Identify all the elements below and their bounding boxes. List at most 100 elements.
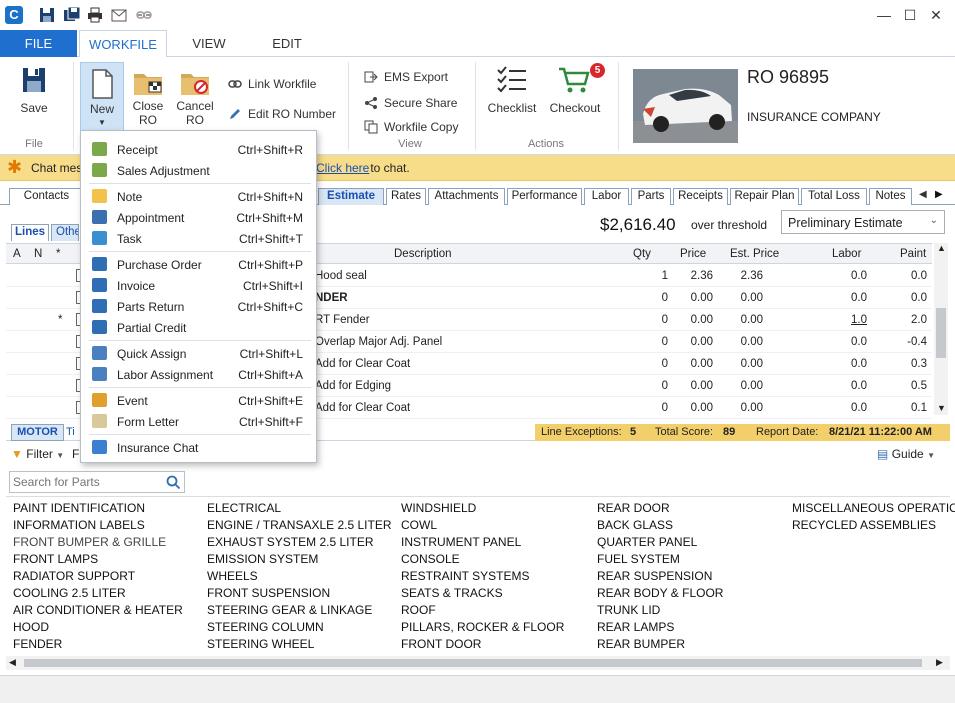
tab-total-loss[interactable]: Total Loss	[801, 188, 867, 205]
parts-category-link[interactable]: ROOF	[401, 603, 436, 617]
subtab-other[interactable]: Othe	[51, 224, 79, 241]
estimate-type-select[interactable]: Preliminary Estimate ⌄	[781, 210, 945, 234]
search-icon[interactable]	[166, 475, 181, 490]
tab-file[interactable]: FILE	[0, 30, 77, 57]
parts-category-link[interactable]: INFORMATION LABELS	[13, 518, 145, 532]
parts-search-input[interactable]	[13, 474, 161, 490]
parts-category-link[interactable]: AIR CONDITIONER & HEATER	[13, 603, 183, 617]
menu-item-task[interactable]: Task Ctrl+Shift+T	[81, 228, 316, 249]
cancel-ro-button[interactable]: Cancel RO	[175, 68, 215, 127]
email-icon[interactable]	[111, 7, 127, 23]
parts-category-link[interactable]: FUEL SYSTEM	[597, 552, 680, 566]
parts-category-link[interactable]: FRONT LAMPS	[13, 552, 98, 566]
tab-receipts[interactable]: Receipts	[673, 188, 728, 205]
parts-category-link[interactable]: HOOD	[13, 620, 49, 634]
tab-ti[interactable]: Ti	[66, 424, 80, 441]
tab-rates[interactable]: Rates	[386, 188, 426, 205]
tab-contacts[interactable]: Contacts	[9, 188, 84, 205]
parts-category-link[interactable]: ENGINE / TRANSAXLE 2.5 LITER	[207, 518, 392, 532]
tab-workfile[interactable]: WORKFILE	[79, 30, 167, 58]
parts-category-link[interactable]: SEATS & TRACKS	[401, 586, 503, 600]
parts-category-link[interactable]: RECYCLED ASSEMBLIES	[792, 518, 936, 532]
link-icon[interactable]	[136, 7, 152, 23]
parts-category-link[interactable]: REAR DOOR	[597, 501, 670, 515]
menu-item-sales-adjustment[interactable]: Sales Adjustment	[81, 160, 316, 181]
scroll-right-icon[interactable]: ▶	[936, 657, 943, 668]
menu-item-form-letter[interactable]: Form Letter Ctrl+Shift+F	[81, 411, 316, 432]
filter-button[interactable]: ▼ Filter ▼	[11, 447, 64, 461]
parts-category-link[interactable]: INSTRUMENT PANEL	[401, 535, 521, 549]
parts-category-link[interactable]: BACK GLASS	[597, 518, 673, 532]
parts-category-link[interactable]: TRUNK LID	[597, 603, 660, 617]
parts-category-link[interactable]: FRONT SUSPENSION	[207, 586, 330, 600]
tab-performance[interactable]: Performance	[507, 188, 582, 205]
parts-category-link[interactable]: COWL	[401, 518, 437, 532]
menu-item-labor-assignment[interactable]: Labor Assignment Ctrl+Shift+A	[81, 364, 316, 385]
parts-category-link[interactable]: FRONT BUMPER & GRILLE	[13, 535, 166, 549]
tab-scroll-right-icon[interactable]: ▶	[935, 189, 943, 200]
menu-item-parts-return[interactable]: Parts Return Ctrl+Shift+C	[81, 296, 316, 317]
parts-category-link[interactable]: REAR SUSPENSION	[597, 569, 712, 583]
parts-category-link[interactable]: REAR LAMPS	[597, 620, 674, 634]
scrollbar-thumb[interactable]	[936, 308, 946, 358]
menu-item-appointment[interactable]: Appointment Ctrl+Shift+M	[81, 207, 316, 228]
guide-button[interactable]: ▤ Guide ▼	[877, 447, 935, 461]
parts-category-link[interactable]: WINDSHIELD	[401, 501, 476, 515]
parts-category-link[interactable]: WHEELS	[207, 569, 258, 583]
tab-scroll-left-icon[interactable]: ◀	[919, 189, 927, 200]
parts-search-field[interactable]	[9, 471, 185, 493]
parts-category-link[interactable]: MISCELLANEOUS OPERATION	[792, 501, 955, 515]
tab-motor[interactable]: MOTOR	[11, 424, 64, 441]
save-icon[interactable]	[39, 7, 55, 23]
checklist-button[interactable]: Checklist	[486, 66, 538, 115]
parts-category-link[interactable]: FENDER	[13, 637, 62, 651]
menu-item-invoice[interactable]: Invoice Ctrl+Shift+I	[81, 275, 316, 296]
maximize-button[interactable]: ☐	[903, 8, 917, 22]
parts-category-link[interactable]: REAR BUMPER	[597, 637, 685, 651]
edit-ro-number-button[interactable]: Edit RO Number	[228, 105, 336, 123]
tab-estimate[interactable]: Estimate	[318, 188, 384, 205]
tab-attachments[interactable]: Attachments	[428, 188, 505, 205]
chat-link[interactable]: Click here	[316, 161, 369, 175]
grid-scrollbar[interactable]: ▲ ▼	[934, 243, 948, 415]
close-ro-button[interactable]: Close RO	[128, 68, 168, 127]
parts-category-link[interactable]: REAR BODY & FLOOR	[597, 586, 723, 600]
parts-category-link[interactable]: STEERING COLUMN	[207, 620, 324, 634]
menu-item-note[interactable]: Note Ctrl+Shift+N	[81, 186, 316, 207]
parts-hscrollbar[interactable]: ◀ ▶	[6, 656, 950, 670]
minimize-button[interactable]: —	[877, 8, 891, 22]
menu-item-receipt[interactable]: Receipt Ctrl+Shift+R	[81, 139, 316, 160]
scroll-down-icon[interactable]: ▼	[937, 403, 946, 413]
menu-item-partial-credit[interactable]: Partial Credit	[81, 317, 316, 338]
parts-category-link[interactable]: RADIATOR SUPPORT	[13, 569, 135, 583]
tab-notes[interactable]: Notes	[869, 188, 912, 205]
parts-category-link[interactable]: EXHAUST SYSTEM 2.5 LITER	[207, 535, 374, 549]
parts-category-link[interactable]: PAINT IDENTIFICATION	[13, 501, 145, 515]
filter2-button[interactable]: F	[72, 447, 80, 461]
save-all-icon[interactable]	[64, 7, 80, 23]
save-ribbon-button[interactable]: Save	[14, 66, 54, 115]
ems-export-button[interactable]: EMS Export	[364, 68, 448, 86]
parts-category-link[interactable]: FRONT DOOR	[401, 637, 481, 651]
secure-share-button[interactable]: Secure Share	[364, 94, 457, 112]
menu-item-purchase-order[interactable]: Purchase Order Ctrl+Shift+P	[81, 254, 316, 275]
tab-view[interactable]: VIEW	[176, 30, 242, 57]
parts-category-link[interactable]: STEERING GEAR & LINKAGE	[207, 603, 372, 617]
close-button[interactable]: ✕	[929, 8, 943, 22]
tab-edit[interactable]: EDIT	[254, 30, 320, 57]
menu-item-quick-assign[interactable]: Quick Assign Ctrl+Shift+L	[81, 343, 316, 364]
tab-parts[interactable]: Parts	[631, 188, 671, 205]
parts-category-link[interactable]: CONSOLE	[401, 552, 460, 566]
parts-category-link[interactable]: QUARTER PANEL	[597, 535, 697, 549]
parts-category-link[interactable]: ELECTRICAL	[207, 501, 281, 515]
scroll-left-icon[interactable]: ◀	[9, 657, 16, 668]
parts-category-link[interactable]: PILLARS, ROCKER & FLOOR	[401, 620, 564, 634]
link-workfile-button[interactable]: Link Workfile	[228, 75, 316, 93]
parts-category-link[interactable]: COOLING 2.5 LITER	[13, 586, 126, 600]
menu-item-insurance-chat[interactable]: Insurance Chat	[81, 437, 316, 458]
menu-item-event[interactable]: Event Ctrl+Shift+E	[81, 390, 316, 411]
hscrollbar-thumb[interactable]	[24, 659, 922, 667]
scroll-up-icon[interactable]: ▲	[937, 243, 946, 253]
tab-repair-plan[interactable]: Repair Plan	[730, 188, 799, 205]
tab-labor[interactable]: Labor	[584, 188, 629, 205]
